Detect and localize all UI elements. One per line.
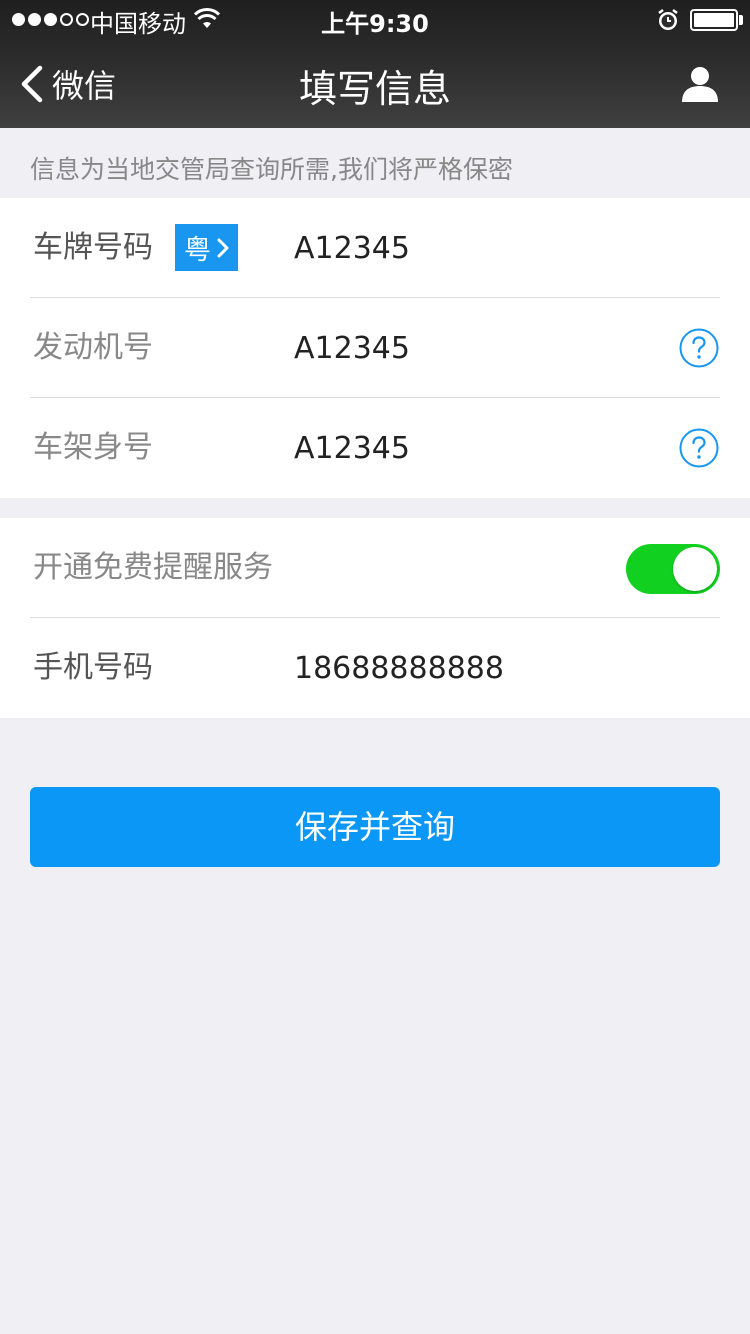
- vehicle-info-section: 车牌号码 粤 发动机号 车架身号: [0, 198, 750, 498]
- help-icon[interactable]: [679, 428, 719, 468]
- phone-number-input[interactable]: [294, 644, 654, 692]
- app-header: 中国移动 上午9:30 微信 填写信息: [0, 0, 750, 128]
- engine-number-input[interactable]: [294, 324, 654, 372]
- battery-tip: [739, 15, 743, 25]
- engine-label: 发动机号: [33, 330, 153, 365]
- toggle-knob: [673, 547, 717, 591]
- page-title: 填写信息: [298, 67, 451, 111]
- vin-row: 车架身号: [0, 398, 750, 498]
- vin-label: 车架身号: [33, 430, 153, 465]
- province-label: 粤: [184, 235, 211, 266]
- phone-row: 手机号码: [0, 618, 750, 718]
- status-bar: 中国移动 上午9:30: [0, 0, 750, 40]
- save-and-query-button[interactable]: 保存并查询: [30, 787, 720, 867]
- privacy-hint: 信息为当地交管局查询所需,我们将严格保密: [30, 155, 513, 184]
- chevron-right-icon: [217, 238, 229, 257]
- phone-label: 手机号码: [33, 650, 153, 685]
- help-icon[interactable]: [679, 328, 719, 368]
- plate-row: 车牌号码 粤: [0, 198, 750, 298]
- plate-number-input[interactable]: [294, 224, 654, 272]
- province-selector-button[interactable]: 粤: [175, 224, 238, 271]
- user-profile-icon[interactable]: [680, 64, 720, 104]
- reminder-row: 开通免费提醒服务: [0, 518, 750, 618]
- reminder-label: 开通免费提醒服务: [33, 550, 273, 585]
- reminder-toggle[interactable]: [626, 544, 720, 594]
- alarm-icon: [658, 9, 678, 30]
- status-time: 上午9:30: [321, 10, 429, 38]
- battery-icon: [690, 9, 738, 31]
- vin-input[interactable]: [294, 424, 654, 472]
- reminder-section: 开通免费提醒服务 手机号码: [0, 518, 750, 718]
- engine-row: 发动机号: [0, 298, 750, 398]
- plate-label: 车牌号码: [33, 230, 153, 265]
